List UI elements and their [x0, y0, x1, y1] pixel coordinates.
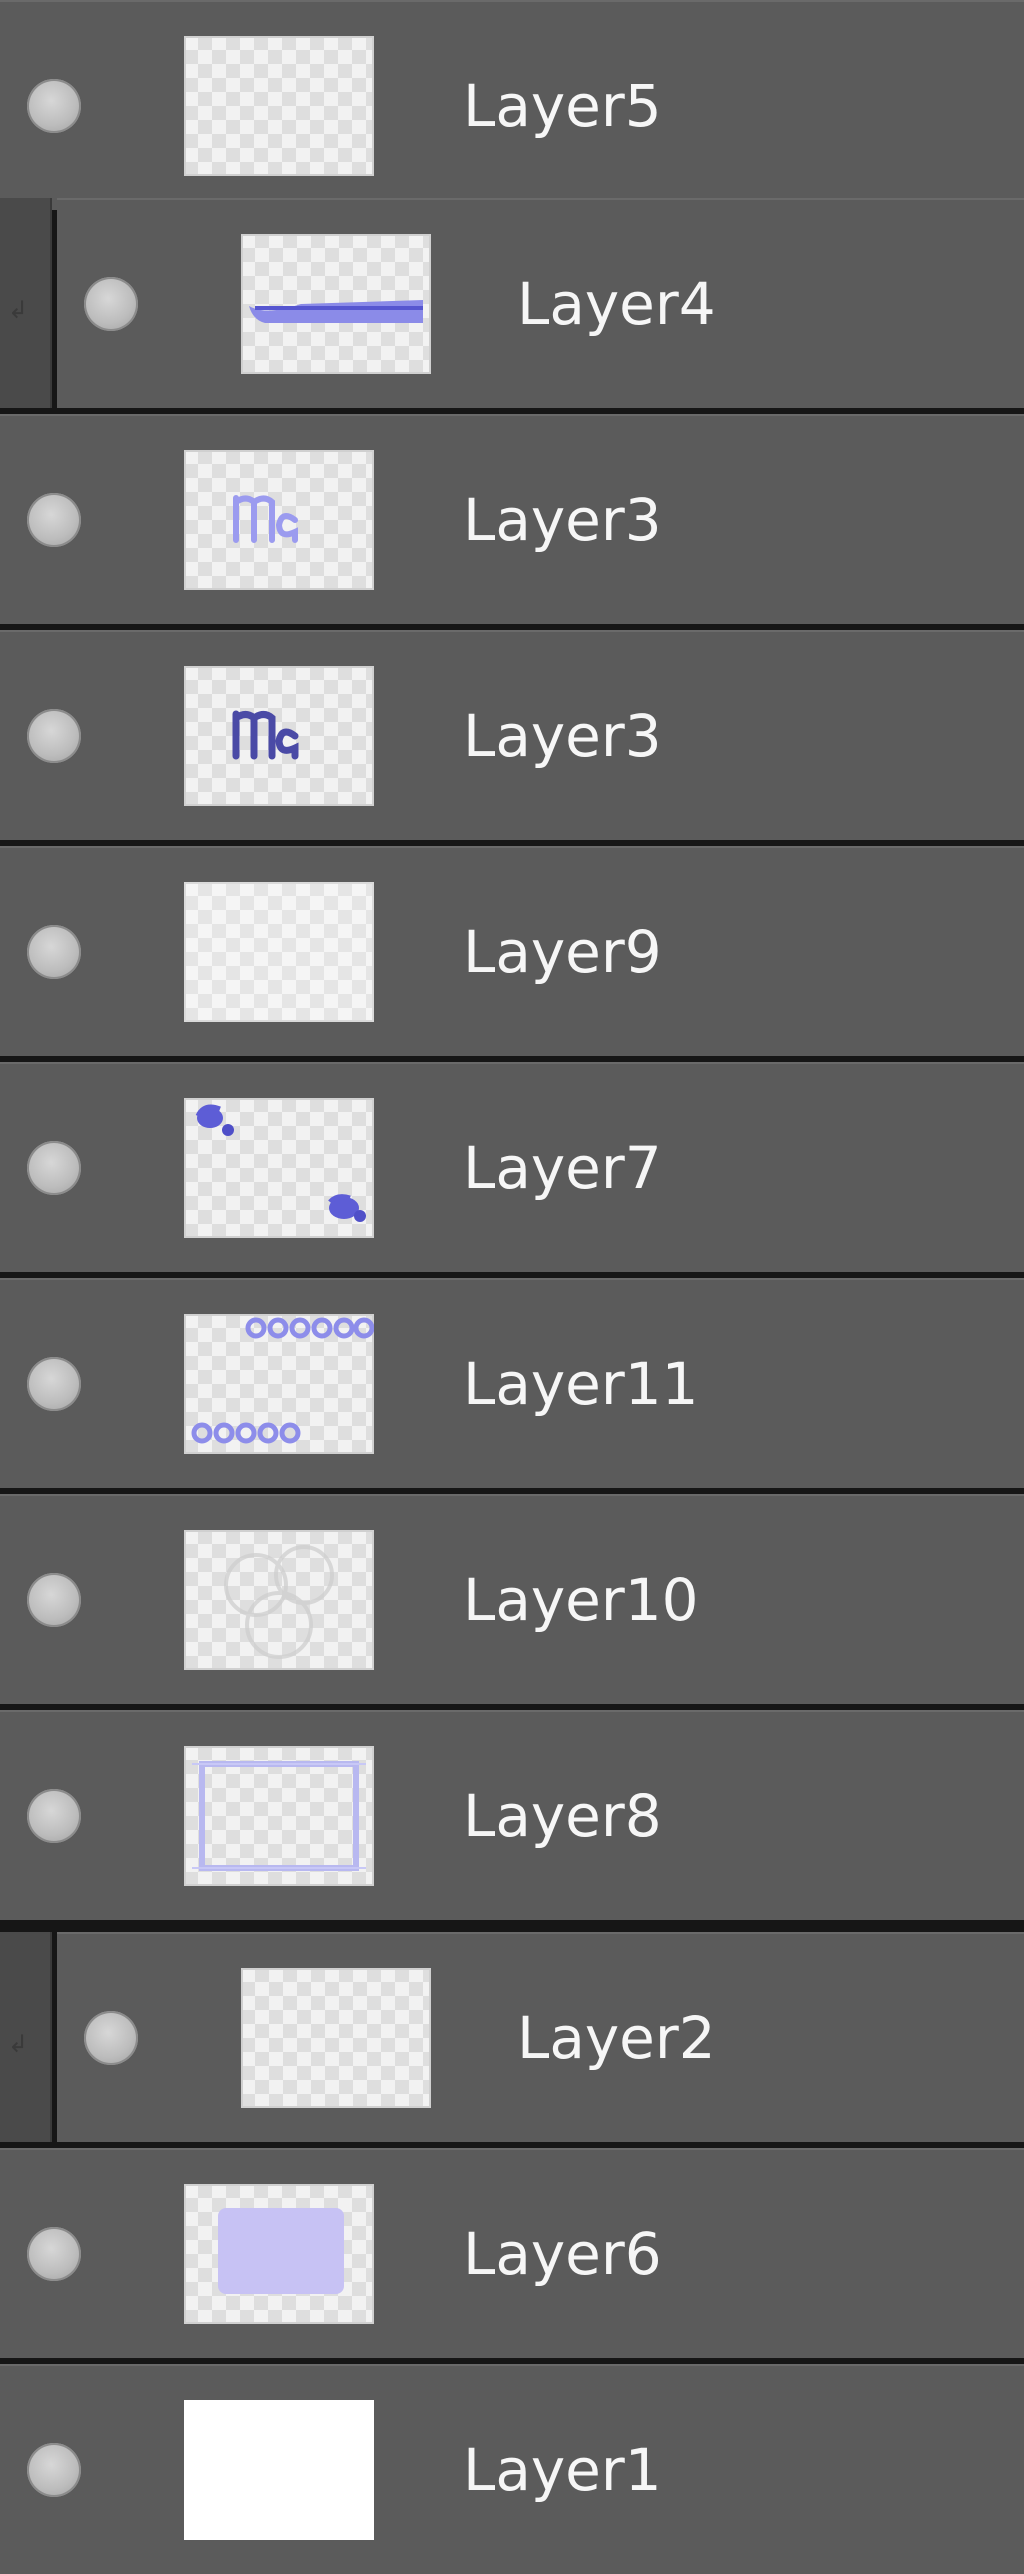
layer-thumbnail [241, 234, 431, 374]
layer-name: Layer11 [463, 1350, 699, 1418]
eye-icon[interactable] [27, 493, 81, 547]
eye-icon[interactable] [84, 2011, 138, 2065]
layer-name: Layer7 [463, 1134, 662, 1202]
layer-row[interactable]: Layer2 [57, 1932, 1024, 2142]
eye-icon[interactable] [27, 1141, 81, 1195]
layer-thumbnail [184, 882, 374, 1022]
layer-name: Layer2 [517, 2004, 716, 2072]
layer-row[interactable]: Layer6 [0, 2148, 1024, 2358]
layer-row[interactable]: Layer4 [57, 198, 1024, 408]
layer-thumbnail [184, 36, 374, 176]
layer-row[interactable]: Layer7 [0, 1062, 1024, 1272]
layer-row[interactable]: Layer9 [0, 846, 1024, 1056]
layer-thumbnail [184, 2400, 374, 2540]
clipping-bar: ↲ [0, 1932, 52, 2142]
layer-thumbnail [184, 450, 374, 590]
clip-arrow-icon: ↲ [8, 296, 29, 324]
faint-rings-thumbnail [224, 1545, 334, 1659]
eye-icon[interactable] [27, 79, 81, 133]
eye-icon[interactable] [84, 277, 138, 331]
layer-name: Layer9 [463, 918, 662, 986]
frame-thumbnail [192, 1761, 366, 1871]
clip-arrow-icon: ↲ [8, 2030, 29, 2058]
layer-thumbnail [184, 666, 374, 806]
layer-thumbnail [184, 1746, 374, 1886]
layer-name: Layer3 [463, 702, 662, 770]
layer-name: Layer5 [463, 72, 662, 140]
layer-name: Layer10 [463, 1566, 699, 1634]
layer-row[interactable]: Layer5 [0, 0, 1024, 210]
layer-name: Layer8 [463, 1782, 662, 1850]
layer-row[interactable]: Layer8 [0, 1710, 1024, 1920]
circles-thumbnail [191, 1317, 374, 1444]
stroke-thumbnail [249, 300, 423, 323]
layer-thumbnail [184, 1530, 374, 1670]
layer-row[interactable]: Layer11 [0, 1278, 1024, 1488]
blobs-thumbnail [195, 1104, 366, 1222]
layer-thumbnail [184, 1098, 374, 1238]
eye-icon[interactable] [27, 709, 81, 763]
layer-thumbnail [184, 1314, 374, 1454]
eye-icon[interactable] [27, 925, 81, 979]
text-thumbnail [232, 710, 299, 760]
box-thumbnail [218, 2208, 344, 2294]
eye-icon[interactable] [27, 2443, 81, 2497]
layer-row[interactable]: Layer1 [0, 2364, 1024, 2574]
eye-icon[interactable] [27, 1573, 81, 1627]
eye-icon[interactable] [27, 1357, 81, 1411]
clipping-bar: ↲ [0, 198, 52, 408]
layer-name: Layer4 [517, 270, 716, 338]
text-thumbnail [233, 495, 298, 543]
layer-name: Layer3 [463, 486, 662, 554]
layers-panel: Layer5 ↲ Layer4 Layer3 Layer3 Layer9 Lay… [0, 0, 1024, 2574]
layer-row[interactable]: Layer3 [0, 630, 1024, 840]
blank-light-thumbnail [184, 882, 374, 1022]
layer-row[interactable]: Layer10 [0, 1494, 1024, 1704]
layer-name: Layer1 [463, 2436, 662, 2504]
layer-row[interactable]: Layer3 [0, 414, 1024, 624]
layer-thumbnail [241, 1968, 431, 2108]
layer-name: Layer6 [463, 2220, 662, 2288]
layer-thumbnail [184, 2184, 374, 2324]
eye-icon[interactable] [27, 1789, 81, 1843]
eye-icon[interactable] [27, 2227, 81, 2281]
